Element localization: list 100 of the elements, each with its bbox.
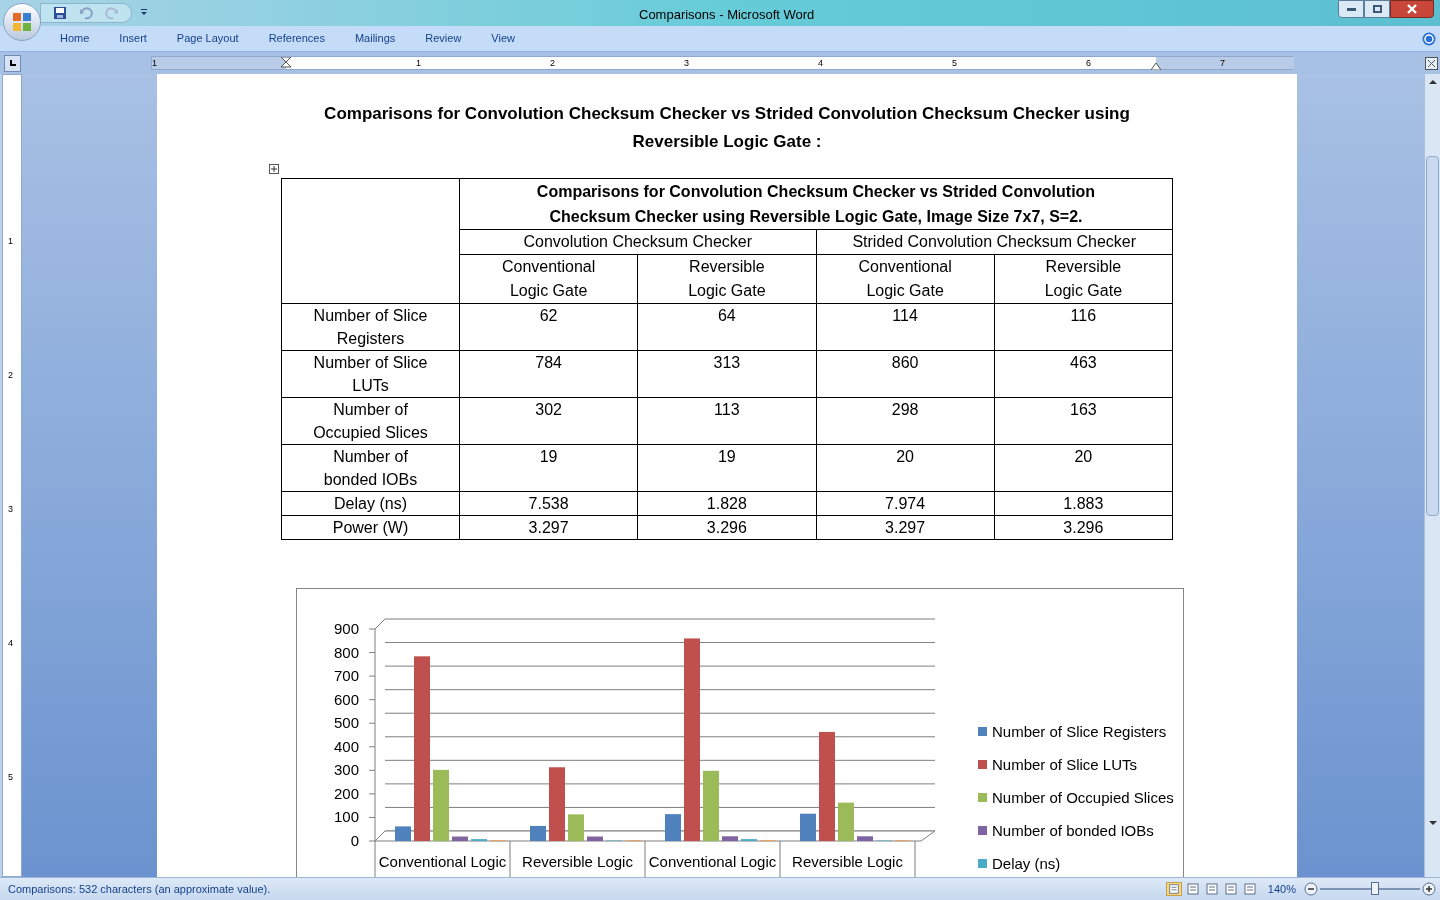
table-header: Conventional Logic Gate: [816, 254, 995, 304]
bar: [587, 836, 603, 841]
table-cell: 3.296: [637, 515, 816, 540]
table-cell: 20: [816, 444, 995, 492]
table-cell: 20: [994, 444, 1173, 492]
table-cell: 860: [816, 350, 995, 398]
ruler-number: 1: [8, 235, 13, 248]
ruler-number: 3: [8, 503, 13, 516]
table-cell: 1.883: [994, 491, 1173, 516]
legend-label: Delay (ns): [992, 855, 1061, 872]
legend-swatch: [978, 793, 987, 802]
scroll-down-icon[interactable]: [1428, 819, 1437, 827]
axis-tick-label: 300: [333, 761, 359, 779]
axis-tick-label: 600: [333, 690, 359, 708]
table-header: Conventional Logic Gate: [459, 254, 638, 304]
bar: [857, 836, 873, 841]
table-move-handle[interactable]: [269, 164, 279, 174]
ruler-number: 4: [8, 637, 13, 650]
bar: [568, 814, 584, 841]
table-cell: 7.538: [459, 491, 638, 516]
category-label: Conventional Logic: [378, 853, 507, 870]
table-caption: Comparisons for Convolution Checksum Checker vs Strided Convolution Checksum Checker using Reversible Logic Gate, Image Size 7x7, S=2.: [459, 178, 1173, 230]
view-ruler-icon[interactable]: [1425, 56, 1438, 70]
table-cell: 298: [816, 397, 995, 445]
legend-label: Number of Slice LUTs: [992, 756, 1138, 773]
legend-label: Number of Slice Registers: [992, 723, 1167, 740]
bar: [838, 802, 854, 841]
axis-tick-label: 500: [333, 714, 359, 732]
table-row-label: Number of bonded IOBs: [281, 444, 460, 492]
print-layout-icon[interactable]: [1165, 882, 1182, 896]
zoom-level[interactable]: 140%: [1267, 880, 1296, 898]
ribbon-tab[interactable]: Mailings: [339, 27, 411, 50]
ribbon-tab[interactable]: Home: [45, 27, 105, 50]
ruler-number: 4: [818, 57, 823, 70]
table-cell: 302: [459, 397, 638, 445]
table-cell: 113: [637, 397, 816, 445]
table-cell: 62: [459, 303, 638, 351]
help-icon[interactable]: [1422, 32, 1436, 46]
table-row-label: Number of Slice Registers: [281, 303, 460, 351]
ribbon-tab[interactable]: References: [253, 27, 340, 50]
restore-button[interactable]: [1364, 0, 1390, 18]
table-header: Convolution Checksum Checker: [459, 229, 816, 255]
document-heading: Comparisons for Convolution Checksum Checker vs Strided Convolution Checksum Checker using Reversible Logic Gate :: [323, 103, 1131, 153]
zoom-out-icon[interactable]: [1304, 882, 1318, 896]
legend-swatch: [978, 826, 987, 835]
table-cell: 3.296: [994, 515, 1173, 540]
office-logo-icon: [11, 11, 33, 33]
ribbon-tab[interactable]: Page Layout: [161, 27, 254, 50]
close-button[interactable]: [1390, 0, 1434, 18]
zoom-in-icon[interactable]: [1422, 882, 1436, 896]
legend-swatch: [978, 859, 987, 868]
scroll-up-icon[interactable]: [1428, 78, 1437, 86]
ruler-number: 2: [8, 369, 13, 382]
table-cell: 784: [459, 350, 638, 398]
customize-caret-icon[interactable]: [140, 9, 148, 17]
ribbon-tab[interactable]: Review: [410, 27, 477, 50]
tab-stop-selector[interactable]: [4, 54, 21, 72]
right-indent-marker[interactable]: [1151, 62, 1161, 70]
table-header: Reversible Logic Gate: [637, 254, 816, 304]
bar: [530, 825, 546, 841]
table-cell: 463: [994, 350, 1173, 398]
window-title: Comparisons - Microsoft Word: [639, 6, 815, 24]
bar: [703, 770, 719, 841]
axis-tick-label: 800: [333, 643, 359, 661]
ribbon-tab[interactable]: Insert: [104, 27, 162, 50]
axis-tick-label: 100: [333, 808, 359, 826]
table-cell: 163: [994, 397, 1173, 445]
table-row-label: Number of Slice LUTs: [281, 350, 460, 398]
table-cell: 3.297: [459, 515, 638, 540]
table-cell: 116: [994, 303, 1173, 351]
category-label: Reversible Logic: [792, 853, 903, 870]
table-row-label: Number of Occupied Slices: [281, 397, 460, 445]
axis-tick-label: 200: [333, 784, 359, 802]
zoom-slider-thumb[interactable]: [1371, 882, 1379, 895]
axis-tick-label: 900: [333, 620, 359, 637]
ruler-number: 2: [550, 57, 555, 70]
legend-label: Number of Occupied Slices: [992, 789, 1174, 806]
office-button[interactable]: [3, 3, 41, 41]
indent-marker[interactable]: [281, 57, 291, 71]
bar: [452, 836, 468, 841]
category-label: Conventional Logic: [648, 853, 777, 870]
axis-tick-label: 400: [333, 737, 359, 755]
table-cell: 64: [637, 303, 816, 351]
bar: [665, 814, 681, 841]
bar: [395, 826, 411, 841]
table-header: Strided Convolution Checksum Checker: [816, 229, 1173, 255]
scrollbar-thumb[interactable]: [1426, 156, 1439, 516]
ribbon-tab[interactable]: View: [476, 27, 530, 50]
table-cell: 313: [637, 350, 816, 398]
ruler-number: 1: [152, 57, 157, 70]
category-label: Reversible Logic: [522, 853, 633, 870]
table-cell: 114: [816, 303, 995, 351]
legend-swatch: [978, 760, 987, 769]
axis-tick-label: 0: [350, 832, 359, 849]
legend-label: Number of bonded IOBs: [992, 822, 1154, 839]
minimize-button[interactable]: [1338, 0, 1364, 18]
ruler-number: 5: [8, 771, 13, 784]
save-icon[interactable]: [53, 6, 67, 20]
zoom-slider[interactable]: [1320, 882, 1420, 896]
table-cell: 1.828: [637, 491, 816, 516]
